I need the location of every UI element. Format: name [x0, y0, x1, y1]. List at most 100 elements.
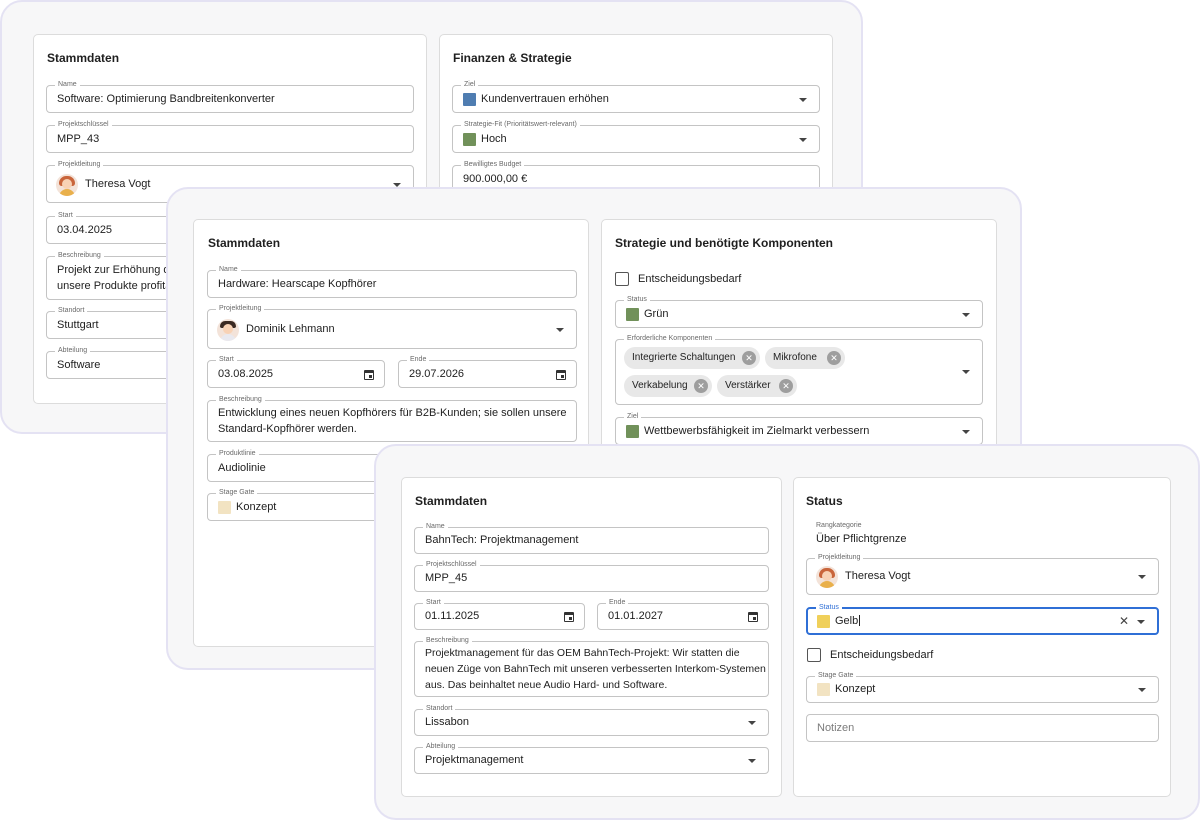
- end-date-field[interactable]: Ende 01.01.2027: [597, 598, 769, 630]
- color-swatch: [463, 93, 476, 106]
- name-field[interactable]: Name Software: Optimierung Bandbreitenko…: [46, 80, 414, 113]
- project-key-label: Projektschlüssel: [423, 560, 480, 569]
- location-select[interactable]: Standort Lissabon: [414, 704, 769, 736]
- decision-checkbox[interactable]: [615, 272, 629, 286]
- product-line-value: Audiolinie: [218, 462, 266, 474]
- calendar-icon[interactable]: [364, 370, 374, 380]
- status-select[interactable]: Status Gelb ✕: [806, 603, 1159, 635]
- department-value: Projektmanagement: [425, 754, 524, 766]
- stage-gate-label: Stage Gate: [216, 488, 258, 497]
- clear-icon[interactable]: ✕: [1119, 615, 1129, 627]
- calendar-icon[interactable]: [748, 612, 758, 622]
- chevron-down-icon[interactable]: [1138, 575, 1146, 579]
- location-value: Lissabon: [425, 716, 470, 728]
- start-date-field[interactable]: Start 03.08.2025: [207, 355, 385, 388]
- card-stammdaten: Stammdaten Name BahnTech: Projektmanagem…: [401, 477, 782, 797]
- components-multiselect[interactable]: Erforderliche Komponenten Integrierte Sc…: [615, 334, 983, 405]
- department-label: Abteilung: [55, 346, 91, 355]
- end-date-field[interactable]: Ende 29.07.2026: [398, 355, 577, 388]
- stage-gate-select[interactable]: Stage Gate Konzept: [806, 671, 1159, 703]
- calendar-icon[interactable]: [564, 612, 574, 622]
- project-lead-select[interactable]: Projektleitung Theresa Vogt: [806, 553, 1159, 595]
- chevron-down-icon[interactable]: [1138, 688, 1146, 692]
- chevron-down-icon[interactable]: [962, 430, 970, 434]
- status-value: Grün: [644, 308, 669, 320]
- department-select[interactable]: Abteilung Projektmanagement: [414, 742, 769, 774]
- name-field[interactable]: Name Hardware: Hearscape Kopfhörer: [207, 265, 577, 298]
- chevron-down-icon[interactable]: [962, 370, 970, 374]
- chevron-down-icon[interactable]: [556, 328, 564, 332]
- description-label: Beschreibung: [55, 251, 104, 260]
- start-value: 03.04.2025: [57, 224, 113, 236]
- chevron-down-icon[interactable]: [799, 138, 807, 142]
- project-lead-label: Projektleitung: [216, 304, 265, 313]
- text-cursor: [859, 615, 861, 626]
- project-key-field[interactable]: Projektschlüssel MPP_45: [414, 560, 769, 592]
- name-value: Software: Optimierung Bandbreitenkonvert…: [57, 93, 275, 105]
- goal-select[interactable]: Ziel Kundenvertrauen erhöhen: [452, 80, 820, 113]
- avatar: [816, 566, 838, 588]
- department-value: Software: [57, 359, 101, 371]
- strategy-fit-select[interactable]: Strategie-Fit (Prioritätswert-relevant) …: [452, 120, 820, 153]
- product-line-label: Produktlinie: [216, 449, 259, 458]
- remove-chip-icon[interactable]: ✕: [827, 351, 841, 365]
- status-text: Gelb: [835, 615, 859, 627]
- color-swatch: [817, 683, 830, 696]
- color-swatch: [626, 308, 639, 321]
- start-value: 01.11.2025: [425, 610, 480, 622]
- card-title: Stammdaten: [208, 236, 281, 250]
- project-key-value: MPP_43: [57, 133, 100, 145]
- description-line: neuen Züge von BahnTech mit unseren verb…: [425, 663, 766, 675]
- color-swatch: [463, 133, 476, 146]
- project-lead-label: Projektleitung: [55, 160, 104, 169]
- chevron-down-icon[interactable]: [799, 98, 807, 102]
- chevron-down-icon[interactable]: [748, 721, 756, 725]
- strategy-fit-value: Hoch: [481, 133, 507, 145]
- status-select[interactable]: Status Grün: [615, 295, 983, 328]
- color-swatch: [626, 425, 639, 438]
- name-label: Name: [423, 522, 448, 531]
- notes-placeholder: Notizen: [817, 722, 855, 734]
- description-label: Beschreibung: [423, 636, 472, 645]
- description-field[interactable]: Beschreibung Entwicklung eines neuen Kop…: [207, 395, 577, 442]
- description-field[interactable]: Beschreibung Projektmanagement für das O…: [414, 636, 769, 697]
- color-swatch: [218, 501, 231, 514]
- card-status: Status Rangkategorie Über Pflichtgrenze …: [793, 477, 1171, 797]
- description-line: Projekt zur Erhöhung de: [57, 264, 176, 276]
- chip-label: Verkabelung: [632, 380, 688, 391]
- start-value: 03.08.2025: [218, 368, 274, 380]
- chevron-down-icon[interactable]: [748, 759, 756, 763]
- name-field[interactable]: Name BahnTech: Projektmanagement: [414, 522, 769, 554]
- card-title: Stammdaten: [47, 51, 120, 65]
- stage-gate-value: Konzept: [835, 683, 876, 695]
- description-line: Standard-Kopfhörer werden.: [218, 423, 357, 435]
- goal-select[interactable]: Ziel Wettbewerbsfähigkeit im Zielmarkt v…: [615, 412, 983, 445]
- chevron-down-icon[interactable]: [962, 313, 970, 317]
- decision-label: Entscheidungsbedarf: [638, 273, 742, 285]
- calendar-icon[interactable]: [556, 370, 566, 380]
- description-line: Entwicklung eines neuen Kopfhörers für B…: [218, 407, 567, 419]
- project-lead-select[interactable]: Projektleitung Dominik Lehmann: [207, 304, 577, 349]
- location-value: Stuttgart: [57, 319, 99, 331]
- project-key-field[interactable]: Projektschlüssel MPP_43: [46, 120, 414, 153]
- start-date-field[interactable]: Start 01.11.2025: [414, 598, 585, 630]
- name-value: BahnTech: Projektmanagement: [425, 534, 579, 546]
- notes-field[interactable]: Notizen: [806, 714, 1159, 742]
- chevron-down-icon[interactable]: [1137, 620, 1145, 624]
- status-value: Gelb: [835, 615, 861, 627]
- remove-chip-icon[interactable]: ✕: [694, 379, 708, 393]
- remove-chip-icon[interactable]: ✕: [779, 379, 793, 393]
- budget-label: Bewilligtes Budget: [461, 160, 525, 169]
- decision-checkbox[interactable]: [807, 648, 821, 662]
- stage-gate-label: Stage Gate: [815, 671, 857, 680]
- component-chip[interactable]: Integrierte Schaltungen ✕: [624, 347, 760, 369]
- decision-label: Entscheidungsbedarf: [830, 649, 934, 661]
- goal-label: Ziel: [624, 412, 642, 421]
- remove-chip-icon[interactable]: ✕: [742, 351, 756, 365]
- component-chip[interactable]: Mikrofone ✕: [765, 347, 845, 369]
- component-chip[interactable]: Verstärker ✕: [717, 375, 797, 397]
- rank-category-label: Rangkategorie: [816, 522, 862, 529]
- avatar: [56, 174, 78, 196]
- goal-value: Kundenvertrauen erhöhen: [481, 93, 609, 105]
- component-chip[interactable]: Verkabelung ✕: [624, 375, 712, 397]
